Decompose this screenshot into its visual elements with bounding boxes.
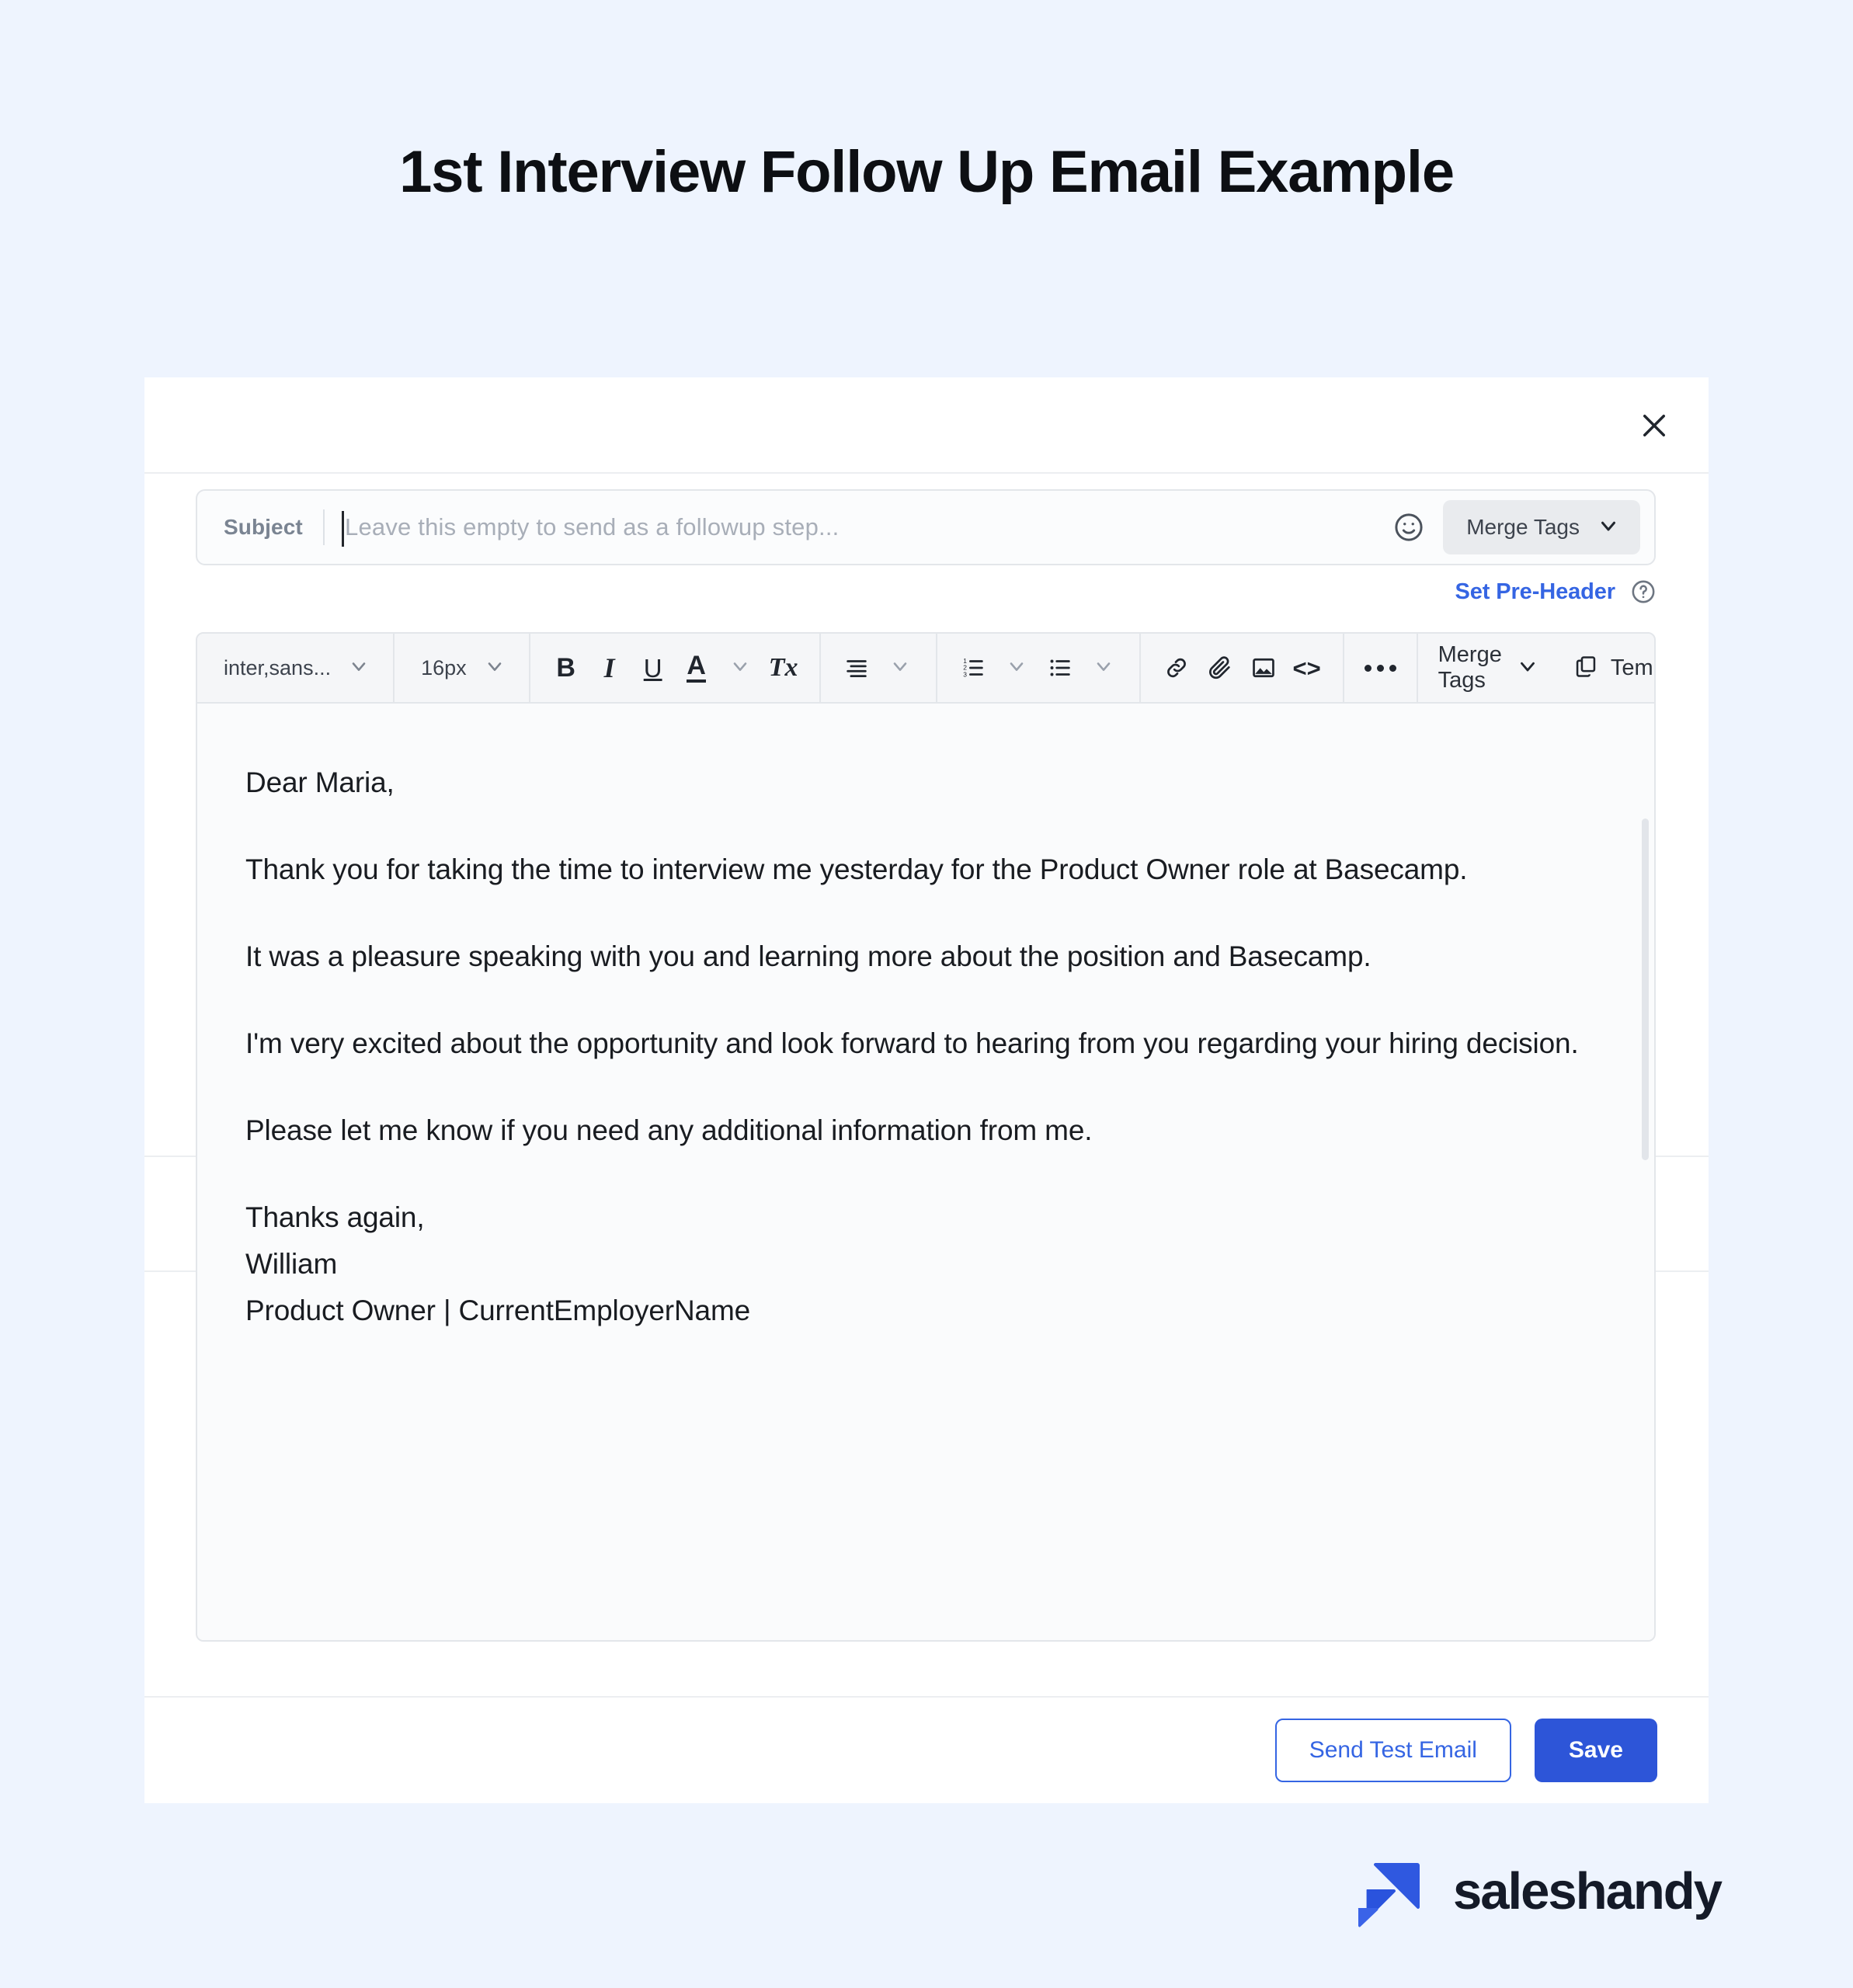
- email-greeting: Dear Maria,: [245, 766, 395, 798]
- toolbar-group-lists: 1 2 3: [937, 634, 1141, 702]
- modal-header: [144, 377, 1709, 474]
- template-label: Template: [1610, 655, 1654, 680]
- question-circle-icon[interactable]: [1629, 578, 1657, 606]
- rich-text-editor: inter,sans... 16px B I U A Tx 1 2 3 <> M…: [196, 632, 1656, 1642]
- toolbar-group-size: 16px: [395, 634, 530, 702]
- underline-label: U: [643, 653, 662, 683]
- saleshandy-logo-icon: [1352, 1852, 1430, 1930]
- preheader-row: Set Pre-Header: [1455, 578, 1657, 606]
- code-view-button[interactable]: <>: [1285, 644, 1329, 692]
- italic-button[interactable]: I: [588, 644, 631, 692]
- template-button[interactable]: Template: [1559, 644, 1654, 692]
- editor-toolbar: inter,sans... 16px B I U A Tx 1 2 3 <> M…: [197, 634, 1654, 704]
- toolbar-group-insert: <>: [1141, 634, 1344, 702]
- editor-merge-tags-dropdown[interactable]: Merge Tags: [1418, 642, 1559, 693]
- more-dots: [1364, 664, 1396, 672]
- email-sender-name: William: [245, 1247, 338, 1280]
- ordered-list-icon[interactable]: 1 2 3: [951, 644, 995, 692]
- text-caret: [342, 511, 344, 547]
- brand-logo: saleshandy: [1352, 1852, 1723, 1930]
- chevron-down-icon: [1006, 655, 1027, 681]
- chevron-down-icon: [1093, 655, 1114, 681]
- email-paragraph-4: Please let me know if you need any addit…: [245, 1114, 1093, 1146]
- svg-text:3: 3: [963, 670, 967, 678]
- toolbar-group-font: inter,sans...: [197, 634, 395, 702]
- font-family-select[interactable]: inter,sans...: [211, 644, 379, 692]
- subject-row: Subject Leave this empty to send as a fo…: [196, 489, 1656, 565]
- chevron-down-icon: [729, 655, 751, 681]
- image-icon[interactable]: [1242, 644, 1285, 692]
- email-editor-modal: Subject Leave this empty to send as a fo…: [144, 377, 1709, 1803]
- email-body-editable[interactable]: Dear Maria, Thank you for taking the tim…: [197, 704, 1654, 1640]
- chevron-down-icon: [1597, 514, 1620, 541]
- email-sender-title: Product Owner | CurrentEmployerName: [245, 1294, 751, 1326]
- subject-label: Subject: [224, 515, 303, 539]
- font-size-select[interactable]: 16px: [408, 644, 515, 692]
- subject-merge-tags-label: Merge Tags: [1466, 515, 1580, 539]
- email-paragraph-1: Thank you for taking the time to intervi…: [245, 853, 1468, 885]
- editor-scrollbar[interactable]: [1642, 818, 1649, 1160]
- font-family-value: inter,sans...: [224, 655, 332, 679]
- bullet-list-dropdown[interactable]: [1082, 644, 1125, 692]
- more-horizontal-icon[interactable]: [1358, 644, 1403, 692]
- ordered-list-dropdown[interactable]: [995, 644, 1038, 692]
- clear-format-label: Tx: [768, 653, 798, 682]
- emoji-smiley-icon[interactable]: [1390, 509, 1427, 546]
- italic-label: I: [603, 652, 615, 683]
- chevron-down-icon: [348, 655, 370, 681]
- bullet-list-icon[interactable]: [1038, 644, 1082, 692]
- clear-formatting-button[interactable]: Tx: [762, 644, 805, 692]
- subject-input[interactable]: Leave this empty to send as a followup s…: [325, 491, 1390, 564]
- bold-button[interactable]: B: [544, 644, 588, 692]
- close-icon[interactable]: [1632, 404, 1676, 447]
- toolbar-group-more: [1344, 634, 1418, 702]
- underline-button[interactable]: U: [631, 644, 675, 692]
- toolbar-group-format: B I U A Tx: [530, 634, 821, 702]
- toolbar-group-align: [821, 634, 937, 702]
- email-paragraph-3: I'm very excited about the opportunity a…: [245, 1027, 1579, 1059]
- page-title: 1st Interview Follow Up Email Example: [399, 139, 1455, 205]
- chevron-down-icon: [889, 655, 911, 681]
- email-signoff: Thanks again,: [245, 1201, 425, 1233]
- subject-placeholder: Leave this empty to send as a followup s…: [345, 513, 840, 540]
- text-color-label: A: [687, 652, 706, 683]
- font-size-value: 16px: [421, 655, 467, 679]
- email-paragraph-2: It was a pleasure speaking with you and …: [245, 940, 1371, 972]
- link-icon[interactable]: [1155, 644, 1198, 692]
- subject-tools: Merge Tags: [1390, 500, 1654, 554]
- paperclip-icon[interactable]: [1198, 644, 1242, 692]
- text-color-dropdown[interactable]: [718, 644, 762, 692]
- set-preheader-link[interactable]: Set Pre-Header: [1455, 579, 1615, 605]
- chevron-down-icon: [484, 655, 506, 681]
- text-color-button[interactable]: A: [675, 644, 718, 692]
- modal-footer: Send Test Email Save: [144, 1696, 1709, 1803]
- align-dropdown[interactable]: [878, 644, 922, 692]
- brand-name: saleshandy: [1453, 1861, 1723, 1920]
- page-root: 1st Interview Follow Up Email Example Su…: [0, 0, 1853, 1988]
- editor-merge-tags-label: Merge Tags: [1438, 642, 1502, 693]
- bold-label: B: [556, 653, 575, 683]
- copy-icon: [1573, 654, 1598, 683]
- chevron-down-icon: [1516, 655, 1539, 682]
- subject-merge-tags-dropdown[interactable]: Merge Tags: [1443, 500, 1640, 554]
- align-icon[interactable]: [835, 644, 878, 692]
- code-label: <>: [1292, 654, 1321, 682]
- save-button[interactable]: Save: [1534, 1719, 1657, 1782]
- send-test-email-button[interactable]: Send Test Email: [1274, 1719, 1511, 1782]
